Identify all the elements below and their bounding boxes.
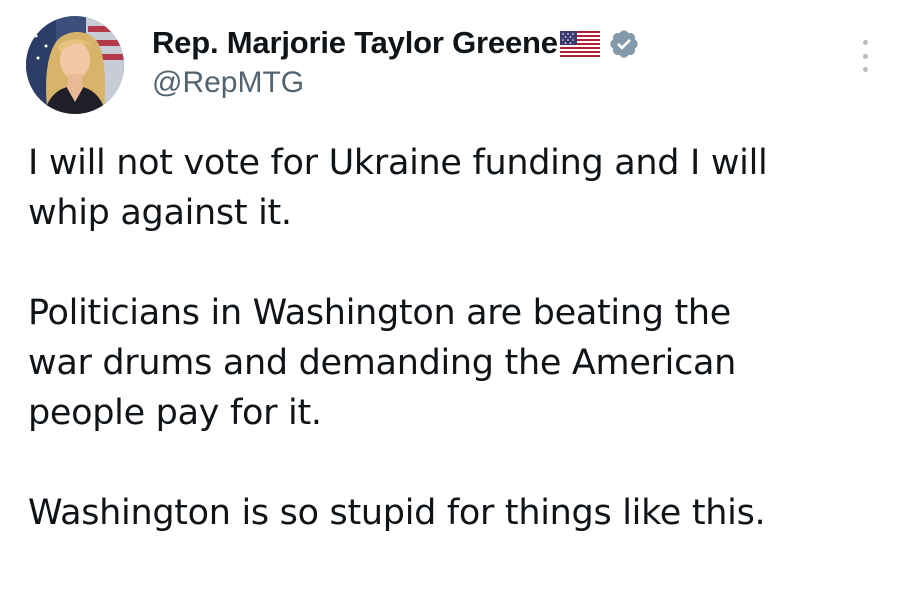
profile-photo — [26, 16, 124, 114]
tweet-paragraph: I will not vote for Ukraine funding and … — [28, 138, 888, 238]
tweet-text: I will not vote for Ukraine funding and … — [28, 138, 888, 538]
avatar[interactable] — [26, 16, 124, 114]
tweet-line: war drums and demanding the American — [28, 343, 737, 383]
tweet-paragraph: Politicians in Washington are beating th… — [28, 288, 888, 438]
tweet-line: Washington is so stupid for things like … — [28, 493, 766, 533]
more-vertical-icon-dot — [862, 53, 868, 59]
tweet-line: Politicians in Washington are beating th… — [28, 293, 731, 333]
more-vertical-icon-dot — [862, 40, 868, 45]
author-block: Rep. Marjorie Taylor Greene @RepMTG — [152, 22, 640, 100]
tweet: Rep. Marjorie Taylor Greene @RepMTG I wi… — [0, 0, 907, 596]
tweet-line: I will not vote for Ukraine funding and … — [28, 143, 768, 183]
more-vertical-icon-dot — [862, 67, 868, 72]
us-flag-icon — [559, 31, 600, 57]
handle[interactable]: @RepMTG — [152, 66, 640, 100]
display-name[interactable]: Rep. Marjorie Taylor Greene — [152, 25, 558, 61]
tweet-line: whip against it. — [28, 193, 292, 233]
tweet-line: people pay for it. — [28, 393, 322, 433]
verified-badge-icon[interactable] — [608, 28, 640, 60]
tweet-paragraph: Washington is so stupid for things like … — [28, 488, 888, 538]
more-options-button[interactable] — [859, 40, 871, 72]
name-row: Rep. Marjorie Taylor Greene — [152, 22, 640, 64]
